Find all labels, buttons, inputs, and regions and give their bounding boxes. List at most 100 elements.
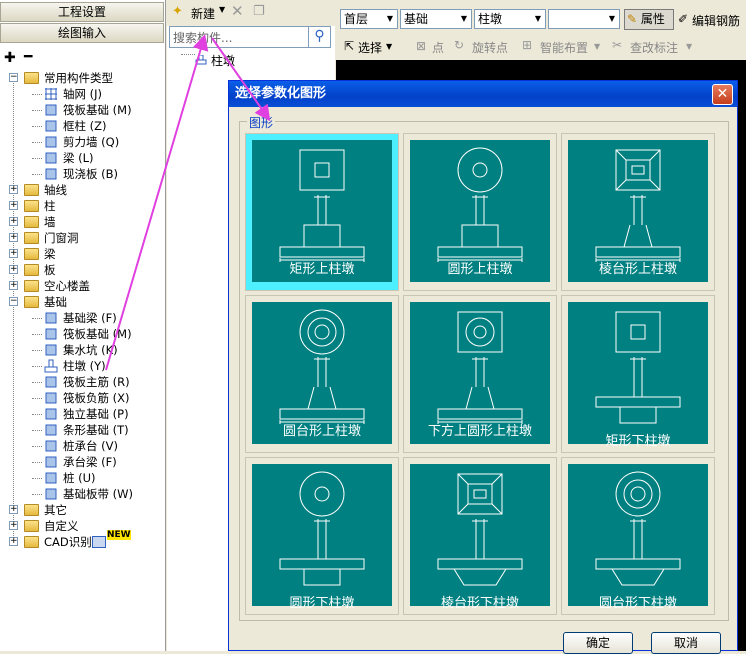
expand-icon[interactable]: + [9,281,18,290]
shape-option[interactable]: 矩形下柱墩 [561,295,715,453]
slab-icon [44,167,58,181]
check-annotation-button[interactable]: 查改标注 [630,39,678,56]
expand-icon[interactable]: + [9,249,18,258]
close-icon[interactable]: ✕ [712,84,733,105]
select-icon: ⇱ [344,39,355,53]
collapse-icon[interactable]: − [9,73,18,82]
tree-folder-label: CAD识别 [44,535,92,549]
tree-item-label: 承台梁 (F) [63,455,117,469]
collapse-icon[interactable]: − [9,297,18,306]
folder-icon [24,536,39,548]
new-button[interactable]: 新建 [191,5,215,22]
folder-icon [24,264,39,276]
folder-icon [24,216,39,228]
shape-label: 圆台形上柱墩 [282,424,361,439]
select-button[interactable]: 选择 [358,39,382,56]
tree-item-label: 筏板负筋 (X) [63,391,130,405]
smart-layout-button[interactable]: 智能布置 [540,39,588,56]
strip-footing-icon [44,423,58,437]
project-settings-button[interactable]: 工程设置 [0,2,164,22]
tree-item-label: 条形基础 (T) [63,423,129,437]
floor-select[interactable]: 首层 ▼ [340,9,398,29]
draw-input-button[interactable]: 绘图输入 [0,23,164,43]
edit-rebar-icon: ✐ [678,12,689,26]
expand-icon[interactable]: + [9,505,18,514]
shape-diagram-icon [595,471,681,586]
shape-thumbnail: 矩形下柱墩 [568,302,708,449]
tree-item-label: 独立基础 (P) [63,407,129,421]
shape-option[interactable]: 棱台形上柱墩 [561,133,715,291]
tree-item-label: 现浇板 (B) [63,167,119,181]
expand-icon[interactable]: + [9,265,18,274]
isolated-footing-icon [44,407,58,421]
shape-option[interactable]: 棱台形下柱墩 [403,457,557,615]
expand-icon[interactable]: + [9,185,18,194]
select-dropdown-icon[interactable]: ▼ [386,42,392,51]
rebar-icon [44,375,58,389]
folder-icon [24,520,39,532]
shape-label: 圆形上柱墩 [447,262,513,277]
smart-layout-icon: ⊞ [522,38,533,52]
main-toolbar: 首层 ▼ 基础 ▼ 柱墩 ▼ ▼ ✎ 属性 ✐ 编辑钢筋 ⇱ 选择 ▼ ⊠ 点 ↻ 旋… [336,0,746,60]
shape-diagram-icon [279,471,365,586]
tree-item-label: 剪力墙 (Q) [63,135,120,149]
point-button[interactable]: 点 [432,39,444,56]
tree-item-label: 筏板基础 (M) [63,327,132,341]
collapse-all-icon[interactable]: ━ [24,49,32,65]
category-select[interactable]: 基础 ▼ [400,9,472,29]
edit-rebar-button[interactable]: 编辑钢筋 [692,12,740,29]
smart-layout-dropdown-icon[interactable]: ▼ [594,42,600,51]
component-select[interactable]: 柱墩 ▼ [474,9,546,29]
shape-thumbnail: 矩形上柱墩 [252,140,392,282]
new-dropdown-icon[interactable]: ▼ [219,5,225,14]
tree-item-label: 柱墩 (Y) [63,358,106,374]
component-tree-panel: 工程设置 绘图输入 ✚ ━ − 常用构件类型 轴网 (J) 筏板基础 (M) 框柱 (Z… [0,0,166,651]
delete-icon[interactable]: ✕ [231,2,244,20]
search-icon[interactable]: ⚲ [308,26,330,48]
foundation-beam-icon [44,311,58,325]
copy-icon[interactable]: ❐ [253,4,265,19]
grid-icon [44,87,58,101]
shape-label: 矩形下柱墩 [605,434,671,449]
raft-icon [44,103,58,117]
tree-folder-label: 空心楼盖 [44,279,90,293]
new-badge: NEW [107,530,131,540]
expand-all-icon[interactable]: ✚ [4,50,16,66]
shape-option[interactable]: 下方上圆形上柱墩 [403,295,557,453]
tree-item-label: 桩 (U) [63,471,96,485]
folder-icon [24,200,39,212]
component-item-pier[interactable]: 柱墩 [211,52,235,69]
shape-thumbnail: 圆台形上柱墩 [252,302,392,444]
shape-thumbnail: 圆形上柱墩 [410,140,550,282]
shape-label: 圆形下柱墩 [289,596,355,611]
shape-option[interactable]: 矩形上柱墩 [245,133,399,291]
check-annotation-dropdown-icon[interactable]: ▼ [686,42,692,51]
cad-icon [92,536,106,548]
select-parametric-shape-dialog: 选择参数化图形 ✕ 图形 矩形上柱墩 圆形上柱墩 棱台形上柱墩 圆台形上柱墩 下方上圆形… [228,80,738,654]
pile-cap-icon [44,439,58,453]
beam-icon [44,151,58,165]
search-input[interactable]: 搜索构件... [173,29,232,46]
shape-option[interactable]: 圆形下柱墩 [245,457,399,615]
expand-icon[interactable]: + [9,537,18,546]
shape-thumbnail: 圆台形下柱墩 [568,464,708,611]
tree-item-label: 集水坑 (K) [63,343,118,357]
folder-icon [24,504,39,516]
shape-option[interactable]: 圆形上柱墩 [403,133,557,291]
shape-option[interactable]: 圆台形上柱墩 [245,295,399,453]
sump-icon [44,343,58,357]
component-search[interactable]: 搜索构件... ⚲ [169,26,331,48]
pier-icon [195,54,207,65]
folder-icon [24,72,39,84]
expand-icon[interactable]: + [9,201,18,210]
expand-icon[interactable]: + [9,233,18,242]
shape-option[interactable]: 圆台形下柱墩 [561,457,715,615]
folder-icon [24,280,39,292]
expand-icon[interactable]: + [9,521,18,530]
tree-folder-label: 自定义 [44,519,79,533]
rotate-point-button[interactable]: 旋转点 [472,39,508,56]
instance-select[interactable]: ▼ [548,9,620,29]
expand-icon[interactable]: + [9,217,18,226]
properties-button[interactable]: ✎ 属性 [624,9,674,30]
properties-icon: ✎ [627,12,638,26]
